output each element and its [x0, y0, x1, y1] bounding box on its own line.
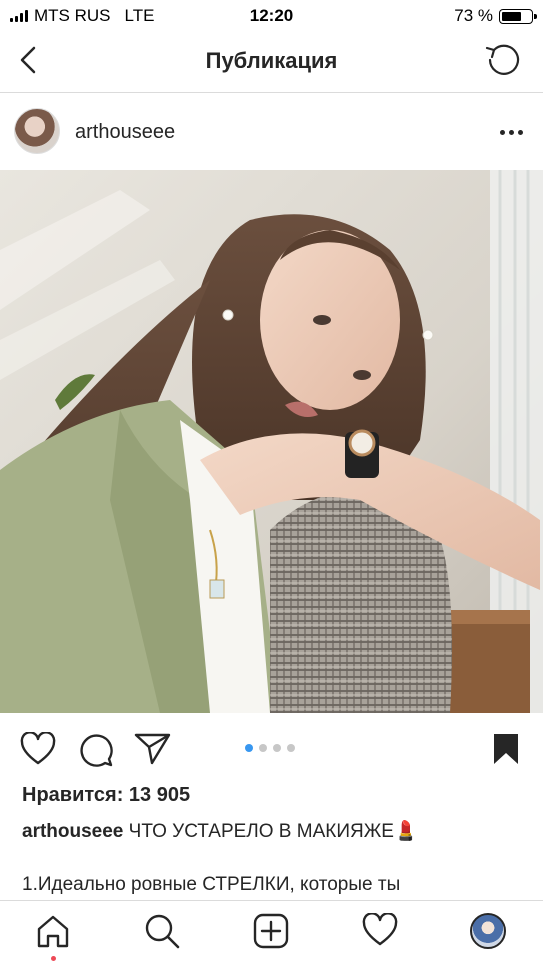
tab-activity[interactable]: [362, 912, 398, 952]
notification-dot: [51, 956, 56, 961]
avatar[interactable]: [14, 108, 60, 154]
lipstick-emoji: 💄: [393, 821, 418, 842]
nav-bar: Публикация: [0, 30, 543, 93]
comment-icon: [80, 734, 113, 767]
post-header: arthouseee: [0, 94, 543, 170]
status-right: 73 %: [454, 6, 537, 26]
page-title: Публикация: [205, 48, 338, 73]
tab-profile[interactable]: [470, 913, 506, 949]
profile-avatar: [470, 913, 506, 949]
refresh-icon: [485, 44, 520, 75]
comment-button[interactable]: [78, 732, 114, 773]
more-icon: [500, 130, 505, 135]
photo-illustration: [0, 170, 543, 713]
heart-icon: [20, 731, 56, 765]
caption-username[interactable]: arthouseee: [22, 821, 123, 842]
caption-text: ЧТО УСТАРЕЛО В МАКИЯЖЕ: [128, 821, 394, 842]
share-button[interactable]: [134, 732, 172, 771]
caption-line-2: 1.Идеально ровные СТРЕЛКИ, которые ты: [22, 874, 401, 895]
carousel-dot-4: [287, 744, 295, 752]
heart-icon: [362, 912, 398, 946]
send-icon: [134, 733, 171, 765]
tab-bar: [0, 900, 543, 967]
post-actions: [0, 722, 543, 778]
post-username[interactable]: arthouseee: [75, 121, 175, 144]
likes-count[interactable]: Нравится: 13 905: [22, 784, 190, 807]
more-options-button[interactable]: [500, 130, 523, 135]
home-icon: [37, 915, 69, 948]
carousel-dot-2: [259, 744, 267, 752]
save-button[interactable]: [492, 732, 520, 771]
carousel-dot-3: [273, 744, 281, 752]
search-icon: [145, 914, 180, 949]
refresh-button[interactable]: [483, 40, 523, 80]
like-button[interactable]: [20, 731, 56, 771]
carousel-dot-1: [245, 744, 253, 752]
post-photo[interactable]: [0, 170, 543, 713]
battery-percent: 73 %: [454, 6, 493, 25]
post-caption: arthouseee ЧТО УСТАРЕЛО В МАКИЯЖЕ💄: [22, 819, 418, 843]
tab-search[interactable]: [144, 913, 180, 954]
status-bar: MTS RUS LTE 12:20 73 %: [0, 0, 543, 30]
tab-home[interactable]: [35, 913, 71, 954]
carousel-indicator: [245, 744, 295, 752]
bookmark-icon: [494, 734, 518, 764]
battery-icon: [499, 8, 537, 24]
add-icon: [253, 913, 289, 949]
tab-new-post[interactable]: [253, 913, 289, 954]
